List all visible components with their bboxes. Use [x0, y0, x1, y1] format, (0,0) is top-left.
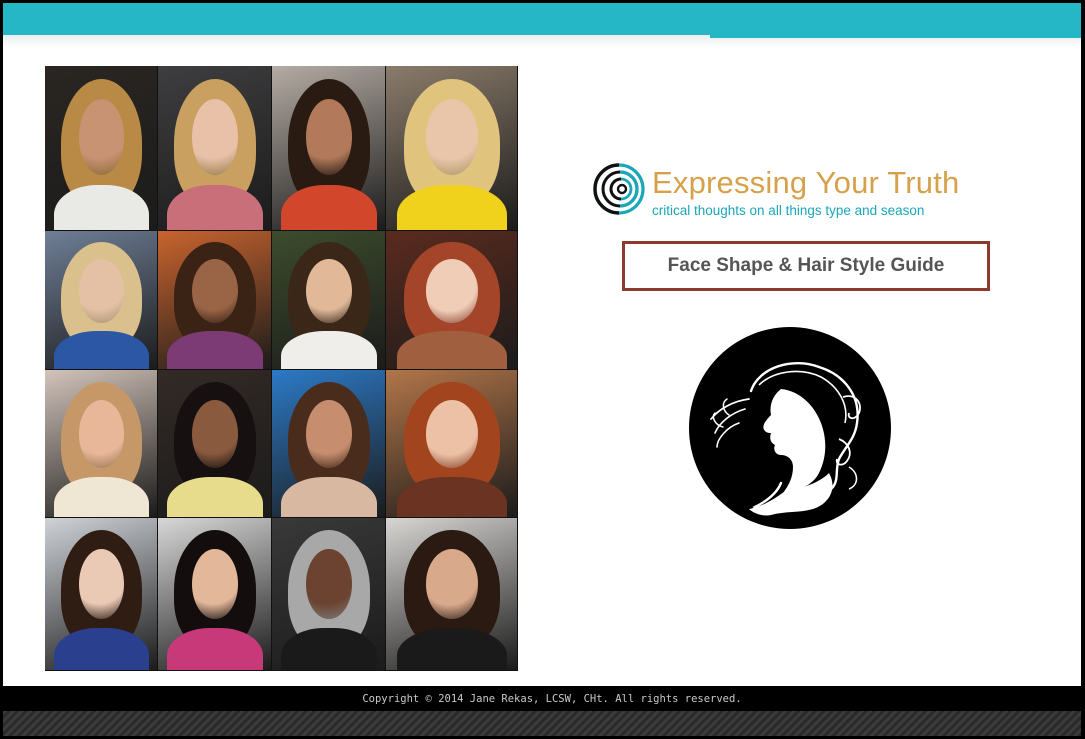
top-accent-bar: [3, 3, 1081, 35]
shoulders-shape: [281, 476, 377, 517]
shoulders-shape: [167, 628, 263, 670]
face-shape: [306, 99, 352, 175]
photo-portrait-dark-wavy: [158, 231, 271, 369]
face-shape: [425, 548, 479, 619]
face-shape: [306, 548, 352, 619]
document-frame: Expressing Your Truth critical thoughts …: [0, 0, 1085, 739]
shoulders-shape: [54, 331, 149, 369]
photo-portrait-blonde-updo: [158, 66, 271, 230]
top-bar-notch: [710, 35, 1081, 38]
shoulders-shape: [396, 628, 508, 670]
photo-portrait-blonde-long: [386, 66, 517, 230]
face-shape: [192, 399, 238, 468]
shoulders-shape: [54, 628, 149, 670]
photo-portrait-short-fair: [45, 370, 157, 517]
shoulders-shape: [54, 184, 149, 230]
shoulders-shape: [281, 184, 377, 230]
celebrity-photo-collage: [45, 66, 518, 671]
footer-stripes: [3, 711, 1081, 736]
face-shape: [425, 399, 479, 468]
photo-portrait-blonde-bob: [45, 231, 157, 369]
concentric-circles-icon: [593, 163, 645, 215]
photo-portrait-short-dark: [272, 231, 385, 369]
shoulders-shape: [396, 476, 508, 517]
face-shape: [78, 548, 125, 619]
face-shape: [192, 548, 238, 619]
photo-portrait-dark-curly: [272, 66, 385, 230]
face-shape: [425, 258, 479, 323]
face-shape: [306, 258, 352, 323]
photo-portrait-straight-black: [158, 518, 271, 670]
face-shape: [78, 399, 125, 468]
woman-profile-silhouette-icon: [689, 327, 891, 529]
photo-portrait-brunette-long: [272, 370, 385, 517]
shoulders-shape: [167, 184, 263, 230]
guide-title: Face Shape & Hair Style Guide: [667, 255, 945, 276]
photo-portrait-bangs-dark: [45, 518, 157, 670]
shoulders-shape: [167, 331, 263, 369]
photo-portrait-pixie-dark: [386, 518, 517, 670]
shoulders-shape: [396, 184, 508, 230]
copyright-text: Copyright © 2014 Jane Rekas, LCSW, CHt. …: [362, 692, 742, 705]
photo-portrait-auburn-long: [386, 370, 517, 517]
guide-title-box: Face Shape & Hair Style Guide: [622, 241, 990, 291]
photo-portrait-long-black: [158, 370, 271, 517]
photo-portrait-blonde-curly: [45, 66, 157, 230]
face-shape: [306, 399, 352, 468]
shoulders-shape: [54, 476, 149, 517]
brand-logo: Expressing Your Truth critical thoughts …: [593, 163, 993, 223]
brand-title: Expressing Your Truth: [652, 165, 960, 200]
face-shape: [192, 258, 238, 323]
shoulders-shape: [167, 476, 263, 517]
brand-tagline: critical thoughts on all things type and…: [652, 203, 925, 218]
shoulders-shape: [281, 331, 377, 369]
guide-cover-page: Expressing Your Truth critical thoughts …: [3, 3, 1081, 686]
face-shape: [78, 258, 125, 323]
photo-portrait-silver-short: [272, 518, 385, 670]
shoulders-shape: [281, 628, 377, 670]
shoulders-shape: [396, 331, 508, 369]
face-shape: [192, 99, 238, 175]
footer-bar: Copyright © 2014 Jane Rekas, LCSW, CHt. …: [3, 686, 1081, 711]
face-shape: [78, 99, 125, 175]
photo-portrait-red-curly: [386, 231, 517, 369]
face-shape: [425, 99, 479, 175]
